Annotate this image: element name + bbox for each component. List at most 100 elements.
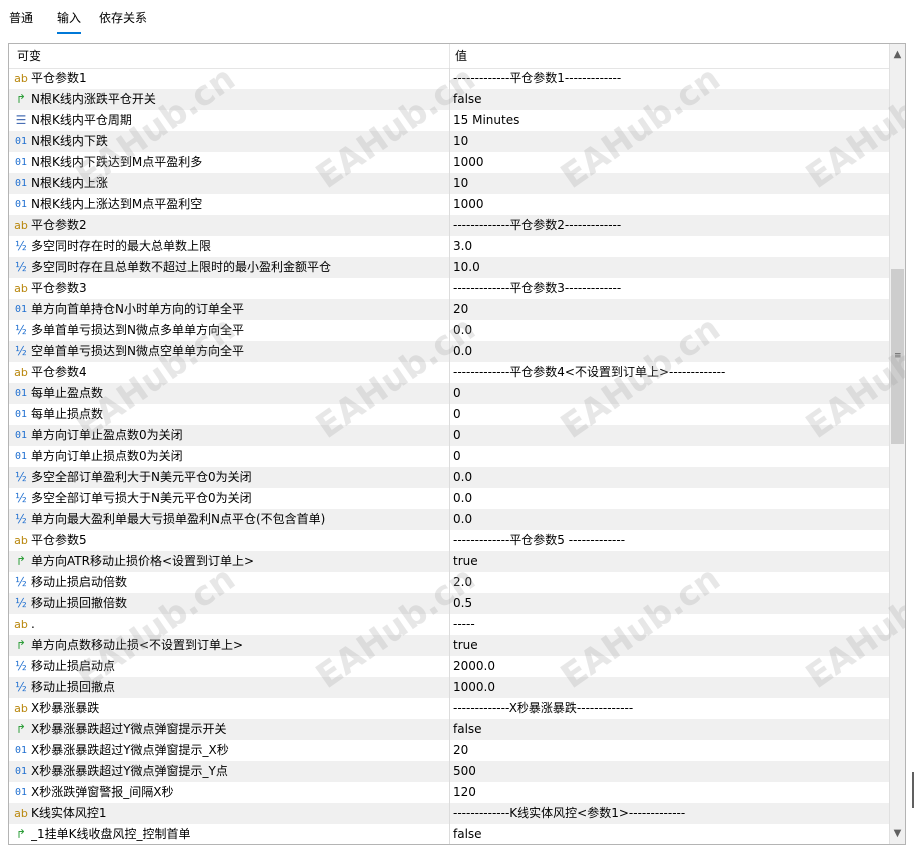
parameter-row[interactable]: 01 N根K线内上涨达到M点平盈利空 1000 [9,194,889,215]
column-header-variable[interactable]: 可变 [17,44,41,68]
parameter-name: 多空同时存在且总单数不超过上限时的最小盈利金额平仓 [31,260,332,274]
parameter-value[interactable]: 1000.0 [453,677,885,698]
parameter-value[interactable]: 20 [453,299,885,320]
parameter-value[interactable]: true [453,551,885,572]
parameter-value[interactable]: ----- [453,614,885,635]
double-type-icon: ½ [15,470,27,484]
tab-general[interactable]: 普通 [9,10,33,32]
inputs-grid: 可变 值 ab 平仓参数1 -------------平仓参数1----------… [8,43,906,845]
parameter-row[interactable]: 01 每单止盈点数 0 [9,383,889,404]
vertical-scrollbar[interactable]: ▲ ≡ ▼ [889,44,905,844]
parameter-value[interactable]: 120 [453,782,885,803]
parameter-value[interactable]: 0.0 [453,467,885,488]
cell-divider [449,446,450,467]
integer-type-icon: 01 [14,304,28,315]
scroll-thumb[interactable]: ≡ [891,269,904,444]
parameter-value[interactable]: 0.0 [453,509,885,530]
parameter-row[interactable]: ½ 空单首单亏损达到N微点空单单方向全平 0.0 [9,341,889,362]
parameter-value[interactable]: 1000 [453,194,885,215]
parameter-row[interactable]: 01 单方向订单止损点数0为关闭 0 [9,446,889,467]
parameter-row[interactable]: 01 X秒暴涨暴跌超过Y微点弹窗提示_Y点 500 [9,761,889,782]
parameter-row[interactable]: ½ 多单首单亏损达到N微点多单单方向全平 0.0 [9,320,889,341]
scroll-down-icon[interactable]: ▼ [890,825,905,842]
parameter-value[interactable]: 0.5 [453,593,885,614]
parameter-value[interactable]: 2000.0 [453,656,885,677]
parameter-row[interactable]: 01 N根K线内下跌达到M点平盈利多 1000 [9,152,889,173]
parameter-value[interactable]: -------------平仓参数4<不设置到订单上>------------- [453,362,885,383]
parameter-row[interactable]: ½ 移动止损回撤倍数 0.5 [9,593,889,614]
column-divider[interactable] [449,44,450,68]
scroll-up-icon[interactable]: ▲ [890,46,905,63]
parameter-row[interactable]: ab 平仓参数2 -------------平仓参数2------------- [9,215,889,236]
parameter-value[interactable]: 15 Minutes [453,110,885,131]
parameter-row[interactable]: ab X秒暴涨暴跌 -------------X秒暴涨暴跌------------- [9,698,889,719]
parameter-row[interactable]: ↱ 单方向点数移动止损<不设置到订单上> true [9,635,889,656]
tab-dependencies[interactable]: 依存关系 [99,10,147,32]
parameter-row[interactable]: ½ 移动止损回撤点 1000.0 [9,677,889,698]
parameter-value[interactable]: 2.0 [453,572,885,593]
cell-divider [449,236,450,257]
parameter-row[interactable]: ½ 多空同时存在且总单数不超过上限时的最小盈利金额平仓 10.0 [9,257,889,278]
parameter-row[interactable]: ½ 单方向最大盈利单最大亏损单盈利N点平仓(不包含首单) 0.0 [9,509,889,530]
parameter-row[interactable]: ½ 多空同时存在时的最大总单数上限 3.0 [9,236,889,257]
parameter-row[interactable]: ab 平仓参数1 -------------平仓参数1------------- [9,68,889,89]
parameter-value[interactable]: 0 [453,425,885,446]
parameter-value[interactable]: 10.0 [453,257,885,278]
parameter-value[interactable]: 0.0 [453,488,885,509]
parameter-value[interactable]: 0.0 [453,320,885,341]
parameter-row[interactable]: 01 每单止损点数 0 [9,404,889,425]
parameter-row[interactable]: ab K线实体风控1 -------------K线实体风控<参数1>-------… [9,803,889,824]
parameter-row[interactable]: 01 N根K线内上涨 10 [9,173,889,194]
parameter-value[interactable]: 20 [453,740,885,761]
parameter-value[interactable]: 1000 [453,152,885,173]
parameter-row[interactable]: ½ 多空全部订单盈利大于N美元平仓0为关闭 0.0 [9,467,889,488]
double-type-icon: ½ [15,575,27,589]
parameter-value[interactable]: -------------平仓参数2------------- [453,215,885,236]
parameter-name: N根K线内平仓周期 [31,113,132,127]
parameter-value[interactable]: -------------平仓参数3------------- [453,278,885,299]
parameter-value[interactable]: -------------平仓参数5 ------------- [453,530,885,551]
parameter-value[interactable]: false [453,719,885,740]
parameter-row[interactable]: ½ 移动止损启动倍数 2.0 [9,572,889,593]
parameter-value[interactable]: 10 [453,131,885,152]
parameter-value[interactable]: 0.0 [453,341,885,362]
parameter-value[interactable]: false [453,824,885,844]
parameter-name: 平仓参数5 [31,533,87,547]
parameter-row[interactable]: ½ 多空全部订单亏损大于N美元平仓0为关闭 0.0 [9,488,889,509]
cell-divider [449,362,450,383]
cell-divider [449,320,450,341]
parameter-value[interactable]: -------------K线实体风控<参数1>------------- [453,803,885,824]
parameter-row[interactable]: 01 X秒暴涨暴跌超过Y微点弹窗提示_X秒 20 [9,740,889,761]
parameter-row[interactable]: ab 平仓参数5 -------------平仓参数5 ------------- [9,530,889,551]
parameter-name: 单方向订单止损点数0为关闭 [31,449,183,463]
parameter-value[interactable]: 0 [453,383,885,404]
parameter-row[interactable]: 01 N根K线内下跌 10 [9,131,889,152]
column-header-value[interactable]: 值 [455,44,467,68]
parameter-value[interactable]: -------------平仓参数1------------- [453,68,885,89]
parameter-value[interactable]: 3.0 [453,236,885,257]
parameter-value[interactable]: 10 [453,173,885,194]
parameter-row[interactable]: ↱ _1挂单K线收盘风控_控制首单 false [9,824,889,844]
cell-divider [449,425,450,446]
parameter-row[interactable]: ab 平仓参数3 -------------平仓参数3------------- [9,278,889,299]
parameter-row[interactable]: ab 平仓参数4 -------------平仓参数4<不设置到订单上>------… [9,362,889,383]
cell-divider [449,740,450,761]
parameter-value[interactable]: 0 [453,404,885,425]
parameter-row[interactable]: ↱ N根K线内涨跌平仓开关 false [9,89,889,110]
parameter-value[interactable]: -------------X秒暴涨暴跌------------- [453,698,885,719]
parameter-value[interactable]: 0 [453,446,885,467]
parameter-value[interactable]: false [453,89,885,110]
parameter-row[interactable]: 01 X秒涨跌弹窗警报_间隔X秒 120 [9,782,889,803]
parameter-row[interactable]: 01 单方向订单止盈点数0为关闭 0 [9,425,889,446]
tab-inputs[interactable]: 输入 [57,10,82,34]
parameter-row[interactable]: ½ 移动止损启动点 2000.0 [9,656,889,677]
parameter-row[interactable]: ↱ 单方向ATR移动止损价格<设置到订单上> true [9,551,889,572]
double-type-icon: ½ [15,323,27,337]
parameter-value[interactable]: 500 [453,761,885,782]
parameter-name: 多空同时存在时的最大总单数上限 [31,239,212,253]
parameter-row[interactable]: ↱ X秒暴涨暴跌超过Y微点弹窗提示开关 false [9,719,889,740]
parameter-row[interactable]: ab. ----- [9,614,889,635]
parameter-value[interactable]: true [453,635,885,656]
parameter-row[interactable]: ☰ N根K线内平仓周期 15 Minutes [9,110,889,131]
parameter-row[interactable]: 01 单方向首单持仓N小时单方向的订单全平 20 [9,299,889,320]
